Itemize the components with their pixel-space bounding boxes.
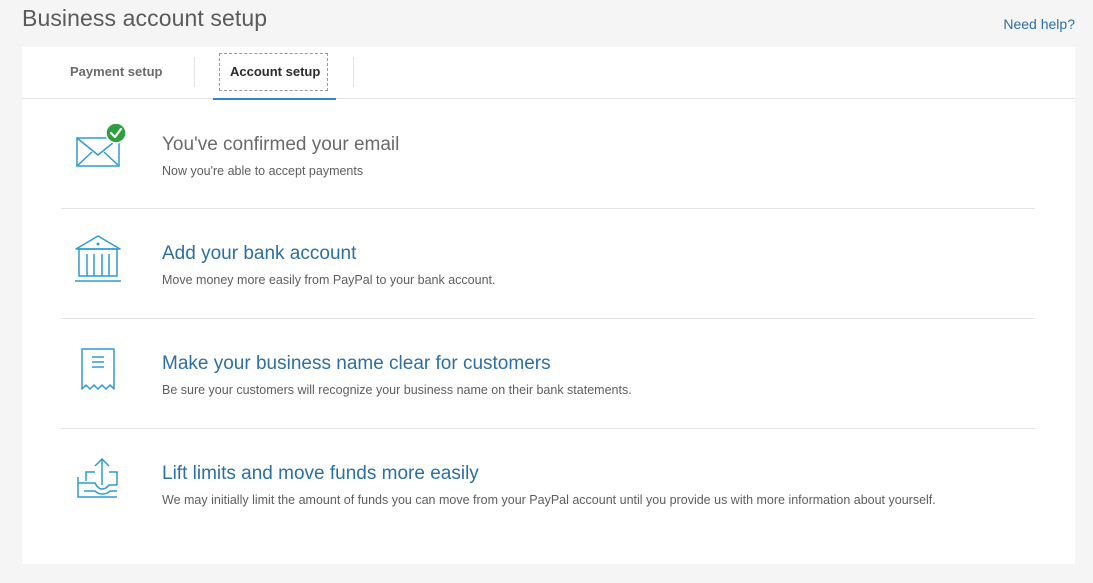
tab-bar: Payment setup Account setup [22,47,1075,100]
bank-icon [73,235,129,291]
business-name-link[interactable]: Make your business name clear for custom… [162,353,551,375]
task-list: You've confirmed your email Now you're a… [61,99,1035,538]
task-description: We may initially limit the amount of fun… [162,493,936,507]
tab-payment-setup[interactable]: Payment setup [59,47,179,98]
tab-divider [353,57,354,87]
task-row-business-name: Make your business name clear for custom… [61,319,1035,429]
page-title: Business account setup [22,5,268,31]
task-row-confirm-email: You've confirmed your email Now you're a… [61,99,1035,209]
task-description: Be sure your customers will recognize yo… [162,383,632,397]
setup-card: Payment setup Account setup You've confi… [22,47,1075,564]
lift-limits-link[interactable]: Lift limits and move funds more easily [162,463,479,485]
tab-account-setup[interactable]: Account setup [213,47,336,100]
task-row-lift-limits: Lift limits and move funds more easily W… [61,429,1035,538]
tab-payment-setup-label: Payment setup [70,64,163,79]
task-row-add-bank: Add your bank account Move money more ea… [61,209,1035,319]
upload-tray-icon [73,455,129,511]
task-title: You've confirmed your email [162,134,400,155]
envelope-check-icon [73,122,129,180]
tab-divider [194,57,195,87]
add-bank-account-link[interactable]: Add your bank account [162,243,356,265]
receipt-icon [73,345,129,401]
task-description: Move money more easily from PayPal to yo… [162,273,496,287]
need-help-link[interactable]: Need help? [1003,16,1075,32]
tab-account-setup-label: Account setup [230,64,321,79]
task-description: Now you're able to accept payments [162,164,364,178]
